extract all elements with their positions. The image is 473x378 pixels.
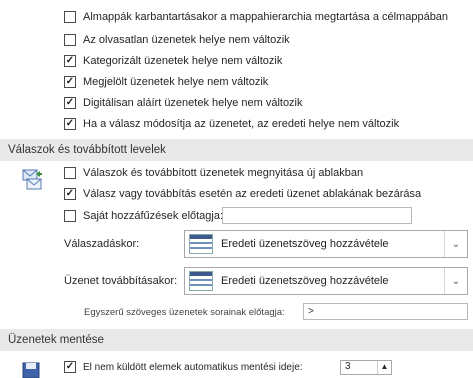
checkbox-checked[interactable]: ✓ (64, 76, 76, 88)
message-thumbnail-icon (189, 271, 213, 291)
option-keep-folder-hierarchy[interactable]: Almappák karbantartásakor a mappahierarc… (64, 8, 448, 26)
checkbox-checked[interactable]: ✓ (64, 118, 76, 130)
option-open-new-window[interactable]: Válaszok és továbbított üzenetek megnyit… (64, 164, 363, 182)
checkbox-checked[interactable]: ✓ (64, 188, 76, 200)
option-label: Ha a válasz módosítja az üzenetet, az er… (83, 118, 400, 130)
stepper-up-icon[interactable]: ▲ (377, 361, 391, 374)
reply-label: Válaszadáskor: (64, 238, 140, 250)
reply-dropdown[interactable]: Eredeti üzenetszöveg hozzávétele ⌄ (184, 230, 468, 258)
message-thumbnail-icon (189, 234, 213, 254)
section-header-replies: Válaszok és továbbított levelek (0, 139, 473, 161)
option-close-original[interactable]: ✓ Válasz vagy továbbítás esetén az erede… (64, 185, 421, 203)
option-unread-stay[interactable]: Az olvasatlan üzenetek helye nem változi… (64, 31, 290, 49)
option-label: Válasz vagy továbbítás esetén az eredeti… (83, 188, 422, 200)
option-reply-modifies-stay[interactable]: ✓ Ha a válasz módosítja az üzenetet, az … (64, 115, 399, 133)
option-signed-stay[interactable]: ✓ Digitálisan aláírt üzenetek helye nem … (64, 94, 303, 112)
checkbox[interactable] (64, 11, 76, 23)
checkbox[interactable] (64, 210, 76, 222)
plain-text-prefix-label: Egyszerű szöveges üzenetek sorainak előt… (84, 307, 285, 318)
checkbox[interactable] (64, 167, 76, 179)
checkbox-checked[interactable]: ✓ (64, 97, 76, 109)
option-autosave[interactable]: ✓ El nem küldött elemek automatikus ment… (64, 358, 303, 376)
chevron-down-icon[interactable]: ⌄ (444, 268, 467, 294)
autosave-minutes-stepper[interactable]: 3 ▲ (340, 360, 392, 375)
option-label: Almappák karbantartásakor a mappahierarc… (83, 11, 449, 23)
plain-text-prefix-input[interactable]: > (303, 303, 468, 320)
option-label: Digitálisan aláírt üzenetek helye nem vá… (83, 97, 303, 109)
forward-label: Üzenet továbbításakor: (64, 275, 178, 287)
option-label: Kategorizált üzenetek helye nem változik (83, 55, 283, 67)
forward-dropdown-value: Eredeti üzenetszöveg hozzávétele (221, 275, 389, 287)
option-label: Az olvasatlan üzenetek helye nem változi… (83, 34, 290, 46)
chevron-down-icon[interactable]: ⌄ (444, 231, 467, 257)
section-title: Üzenetek mentése (8, 334, 104, 346)
reply-dropdown-value: Eredeti üzenetszöveg hozzávétele (221, 238, 389, 250)
checkbox-checked[interactable]: ✓ (64, 55, 76, 67)
reply-forward-icon (22, 169, 42, 190)
prefix-comments-input[interactable] (222, 207, 412, 224)
option-label: Válaszok és továbbított üzenetek megnyit… (83, 167, 364, 179)
option-categorized-stay[interactable]: ✓ Kategorizált üzenetek helye nem változ… (64, 52, 282, 70)
option-flagged-stay[interactable]: ✓ Megjelölt üzenetek helye nem változik (64, 73, 268, 91)
forward-dropdown[interactable]: Eredeti üzenetszöveg hozzávétele ⌄ (184, 267, 468, 295)
option-label: Saját hozzáfűzések előtagja: (83, 210, 224, 222)
checkbox-checked[interactable]: ✓ (64, 361, 76, 373)
section-header-save: Üzenetek mentése (0, 329, 473, 351)
minutes-value: 3 (345, 361, 351, 372)
section-title: Válaszok és továbbított levelek (8, 144, 166, 156)
option-label: Megjelölt üzenetek helye nem változik (83, 76, 269, 88)
option-prefix-comments[interactable]: Saját hozzáfűzések előtagja: (64, 207, 223, 225)
option-label: El nem küldött elemek automatikus mentés… (83, 361, 303, 373)
checkbox[interactable] (64, 34, 76, 46)
